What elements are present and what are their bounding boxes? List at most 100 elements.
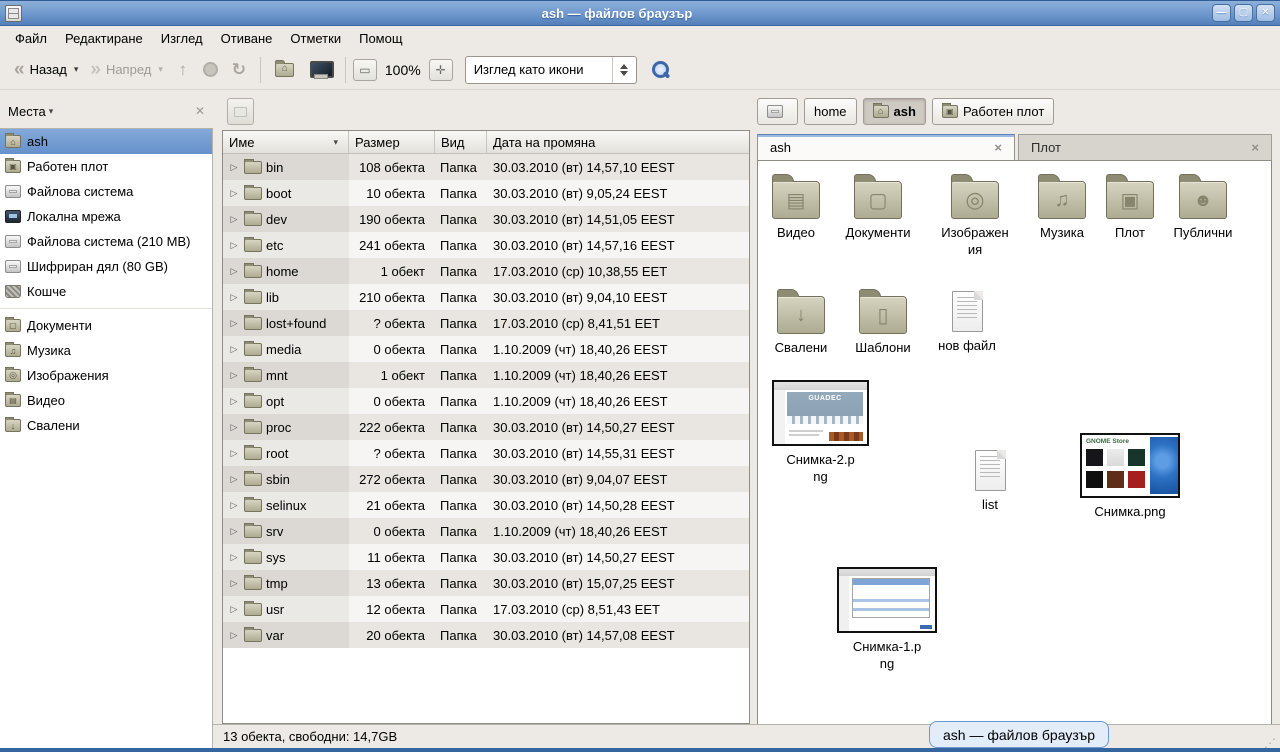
table-row[interactable]: ▷ root ? обекта Папка 30.03.2010 (вт) 14…	[223, 440, 749, 466]
expander-icon[interactable]: ▷	[228, 370, 240, 381]
file-item[interactable]: GNOME Store Снимка.png	[1080, 433, 1180, 520]
table-row[interactable]: ▷ tmp 13 обекта Папка 30.03.2010 (вт) 15…	[223, 570, 749, 596]
table-row[interactable]: ▷ srv 0 обекта Папка 1.10.2009 (чт) 18,4…	[223, 518, 749, 544]
file-item[interactable]: Изображения	[933, 172, 1017, 258]
breadcrumb-button[interactable]: Работен плот	[932, 98, 1054, 125]
tab[interactable]: Плот ×	[1018, 134, 1272, 160]
menu-item[interactable]: Изглед	[152, 28, 212, 49]
breadcrumb-button[interactable]	[757, 98, 798, 125]
breadcrumb-button[interactable]: ash	[863, 98, 926, 125]
file-item[interactable]: Плот	[1088, 172, 1172, 241]
table-row[interactable]: ▷ lib 210 обекта Папка 30.03.2010 (вт) 9…	[223, 284, 749, 310]
file-item[interactable]: Свалени	[759, 287, 843, 356]
sidebar-item[interactable]: Файлова система (210 MB)	[0, 229, 212, 254]
zoom-in-button[interactable]: ✛	[429, 59, 453, 81]
table-row[interactable]: ▷ opt 0 обекта Папка 1.10.2009 (чт) 18,4…	[223, 388, 749, 414]
sidebar-item[interactable]: Изображения	[0, 363, 212, 388]
table-row[interactable]: ▷ var 20 обекта Папка 30.03.2010 (вт) 14…	[223, 622, 749, 648]
back-button[interactable]: « Назад ▾	[8, 57, 84, 83]
expander-icon[interactable]: ▷	[228, 292, 240, 303]
close-button[interactable]: ✕	[1256, 4, 1275, 22]
table-row[interactable]: ▷ media 0 обекта Папка 1.10.2009 (чт) 18…	[223, 336, 749, 362]
table-row[interactable]: ▷ etc 241 обекта Папка 30.03.2010 (вт) 1…	[223, 232, 749, 258]
expander-icon[interactable]: ▷	[228, 604, 240, 615]
table-row[interactable]: ▷ lost+found ? обекта Папка 17.03.2010 (…	[223, 310, 749, 336]
sidebar-item[interactable]: Видео	[0, 388, 212, 413]
table-row[interactable]: ▷ home 1 обект Папка 17.03.2010 (ср) 10,…	[223, 258, 749, 284]
sidebar-item[interactable]: Музика	[0, 338, 212, 363]
minimize-button[interactable]: —	[1212, 4, 1231, 22]
back-history-dropdown-icon[interactable]: ▾	[74, 64, 79, 75]
file-item[interactable]: Публични	[1161, 172, 1245, 241]
column-header-name[interactable]: Име ▾	[223, 131, 349, 153]
table-row[interactable]: ▷ proc 222 обекта Папка 30.03.2010 (вт) …	[223, 414, 749, 440]
sidebar-item[interactable]: Кошче	[0, 279, 212, 304]
file-item[interactable]: Документи	[836, 172, 920, 241]
column-header-date[interactable]: Дата на промяна	[487, 131, 749, 153]
expander-icon[interactable]: ▷	[228, 500, 240, 511]
sidebar-item[interactable]: Работен плот	[0, 154, 212, 179]
sidebar-item[interactable]: Локална мрежа	[0, 204, 212, 229]
file-item[interactable]: Видео	[754, 172, 838, 241]
table-row[interactable]: ▷ dev 190 обекта Папка 30.03.2010 (вт) 1…	[223, 206, 749, 232]
column-header-size[interactable]: Размер	[349, 131, 435, 153]
file-item[interactable]: нов файл	[925, 287, 1009, 354]
expander-icon[interactable]: ▷	[228, 396, 240, 407]
expander-icon[interactable]: ▷	[228, 214, 240, 225]
expander-icon[interactable]: ▷	[228, 162, 240, 173]
show-places-button[interactable]	[227, 98, 254, 125]
maximize-button[interactable]: ▢	[1234, 4, 1253, 22]
sidebar-item[interactable]: Шифриран дял (80 GB)	[0, 254, 212, 279]
expander-icon[interactable]: ▷	[228, 526, 240, 537]
expander-icon[interactable]: ▷	[228, 188, 240, 199]
file-item[interactable]: Снимка-1.png	[837, 567, 937, 672]
sidebar-item[interactable]: Файлова система	[0, 179, 212, 204]
titlebar[interactable]: ash — файлов браузър — ▢ ✕	[0, 0, 1280, 26]
reload-button[interactable]: ↻	[225, 57, 253, 83]
menu-item[interactable]: Редактиране	[56, 28, 152, 49]
sidebar-item[interactable]: ash	[0, 129, 212, 154]
sidebar-title[interactable]: Места	[8, 104, 46, 119]
menu-item[interactable]: Отиване	[212, 28, 282, 49]
expander-icon[interactable]: ▷	[228, 630, 240, 641]
table-row[interactable]: ▷ sbin 272 обекта Папка 30.03.2010 (вт) …	[223, 466, 749, 492]
file-item[interactable]: Шаблони	[841, 287, 925, 356]
expander-icon[interactable]: ▷	[228, 318, 240, 329]
forward-button[interactable]: » Напред ▾	[84, 57, 169, 83]
breadcrumb-button[interactable]: home	[804, 98, 857, 125]
sidebar-item[interactable]: Документи	[0, 313, 212, 338]
zoom-out-button[interactable]: ▭	[353, 59, 377, 81]
table-row[interactable]: ▷ mnt 1 обект Папка 1.10.2009 (чт) 18,40…	[223, 362, 749, 388]
sidebar-dropdown-icon[interactable]: ▾	[49, 106, 195, 117]
table-row[interactable]: ▷ sys 11 обекта Папка 30.03.2010 (вт) 14…	[223, 544, 749, 570]
table-row[interactable]: ▷ bin 108 обекта Папка 30.03.2010 (вт) 1…	[223, 154, 749, 180]
expander-icon[interactable]: ▷	[228, 240, 240, 251]
up-button[interactable]: ↑	[169, 57, 197, 83]
file-item[interactable]: GUADEC Снимка-2.png	[772, 380, 869, 485]
menu-item[interactable]: Отметки	[281, 28, 350, 49]
expander-icon[interactable]: ▷	[228, 474, 240, 485]
table-row[interactable]: ▷ boot 10 обекта Папка 30.03.2010 (вт) 9…	[223, 180, 749, 206]
taskbar-window-button[interactable]: ash — файлов браузър	[929, 721, 1109, 748]
table-row[interactable]: ▷ selinux 21 обекта Папка 30.03.2010 (вт…	[223, 492, 749, 518]
menu-item[interactable]: Помощ	[350, 28, 411, 49]
computer-button[interactable]	[302, 57, 338, 83]
expander-icon[interactable]: ▷	[228, 344, 240, 355]
tab[interactable]: ash ×	[757, 134, 1015, 160]
home-button[interactable]	[268, 57, 302, 83]
search-button[interactable]	[651, 60, 671, 80]
tab-close-icon[interactable]: ×	[982, 140, 1002, 155]
file-item[interactable]: list	[948, 446, 1032, 513]
sidebar-close-icon[interactable]: ✕	[195, 104, 205, 118]
tab-close-icon[interactable]: ×	[1239, 140, 1259, 155]
expander-icon[interactable]: ▷	[228, 266, 240, 277]
table-row[interactable]: ▷ usr 12 обекта Папка 17.03.2010 (ср) 8,…	[223, 596, 749, 622]
expander-icon[interactable]: ▷	[228, 448, 240, 459]
sidebar-item[interactable]: Свалени	[0, 413, 212, 438]
view-mode-select[interactable]: Изглед като икони	[465, 56, 637, 84]
column-header-type[interactable]: Вид	[435, 131, 487, 153]
menu-item[interactable]: Файл	[6, 28, 56, 49]
expander-icon[interactable]: ▷	[228, 422, 240, 433]
expander-icon[interactable]: ▷	[228, 578, 240, 589]
expander-icon[interactable]: ▷	[228, 552, 240, 563]
